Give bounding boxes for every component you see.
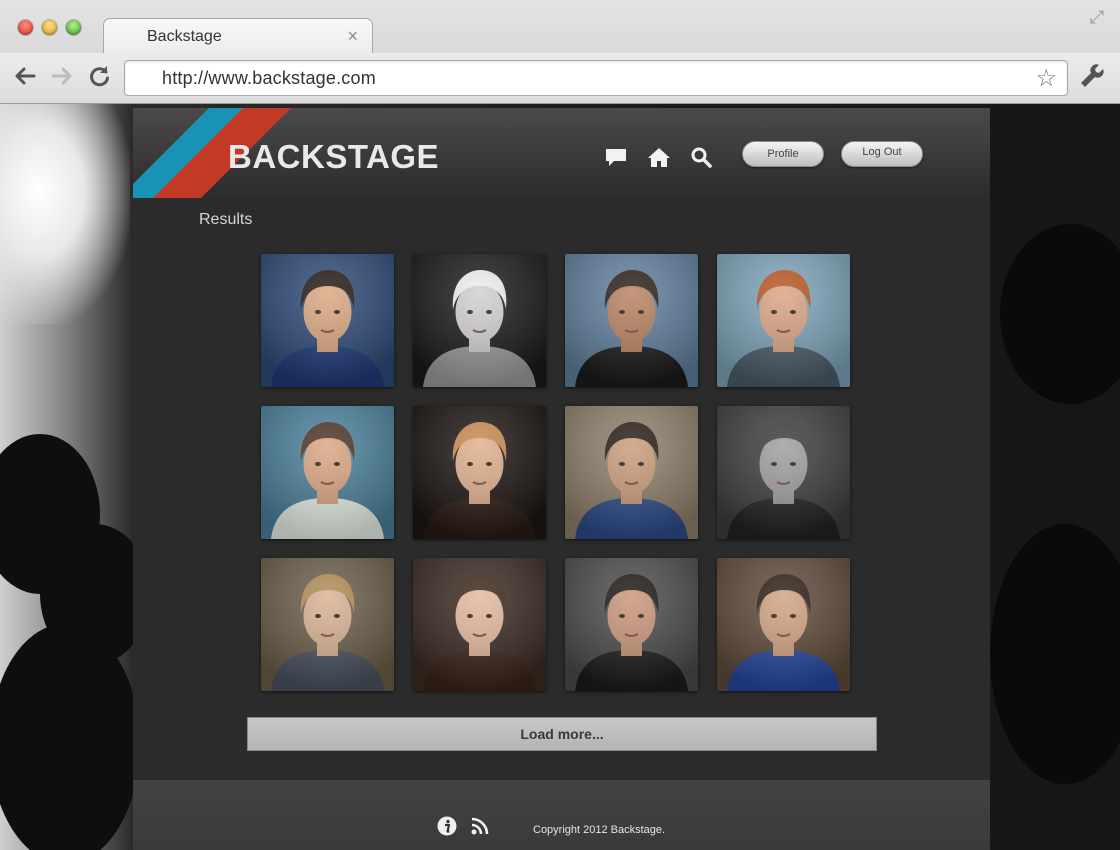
headshot-thumbnail[interactable]	[413, 254, 546, 387]
headshot-thumbnail[interactable]	[565, 558, 698, 691]
bookmark-star-icon[interactable]: ☆	[1035, 64, 1057, 93]
site-logo[interactable]: BACKSTAGE	[228, 138, 439, 176]
load-more-button[interactable]: Load more...	[247, 717, 877, 751]
chat-icon[interactable]	[604, 146, 628, 168]
browser-window-chrome: Backstage × ⤢ http://www.backstage.com ☆	[0, 0, 1120, 104]
crowd-silhouette	[0, 624, 140, 850]
zoom-window-button[interactable]	[66, 20, 81, 35]
home-icon[interactable]	[647, 146, 671, 168]
tab-title: Backstage	[147, 28, 222, 45]
info-icon[interactable]	[437, 816, 457, 836]
stage-light	[0, 104, 130, 324]
headshot-photo	[565, 254, 698, 387]
headshot-thumbnail[interactable]	[717, 406, 850, 539]
window-controls	[18, 20, 81, 35]
page-background: BACKSTAGE Profile Log Out Results Load m…	[0, 104, 1120, 850]
headshot-photo	[565, 558, 698, 691]
headshot-thumbnail[interactable]	[413, 558, 546, 691]
close-window-button[interactable]	[18, 20, 33, 35]
headshot-thumbnail[interactable]	[261, 558, 394, 691]
site-container: BACKSTAGE Profile Log Out Results Load m…	[133, 108, 990, 850]
site-footer: Copyright 2012 Backstage.	[133, 780, 990, 850]
headshot-photo	[413, 558, 546, 691]
forward-button[interactable]	[48, 63, 76, 91]
address-bar[interactable]: http://www.backstage.com ☆	[124, 60, 1068, 96]
browser-tab[interactable]: Backstage ×	[103, 18, 373, 55]
headshot-thumbnail[interactable]	[717, 254, 850, 387]
headshot-thumbnail[interactable]	[565, 406, 698, 539]
reload-button[interactable]	[85, 63, 113, 91]
back-button[interactable]	[11, 63, 39, 91]
results-heading: Results	[199, 211, 253, 228]
fullscreen-icon[interactable]: ⤢	[1086, 6, 1108, 28]
headshot-thumbnail[interactable]	[261, 254, 394, 387]
tab-close-icon[interactable]: ×	[347, 26, 358, 47]
crowd-silhouette	[1000, 224, 1120, 404]
headshot-photo	[717, 558, 850, 691]
copyright-text: Copyright 2012 Backstage.	[533, 824, 666, 836]
results-grid	[261, 254, 853, 691]
headshot-photo	[717, 406, 850, 539]
headshot-photo	[717, 254, 850, 387]
url-text: http://www.backstage.com	[162, 68, 376, 88]
headshot-photo	[261, 254, 394, 387]
headshot-thumbnail[interactable]	[717, 558, 850, 691]
headshot-photo	[413, 254, 546, 387]
arrow-right-icon	[51, 67, 72, 85]
rss-icon[interactable]	[470, 816, 490, 836]
logout-button[interactable]: Log Out	[841, 141, 923, 167]
headshot-photo	[413, 406, 546, 539]
browser-toolbar: http://www.backstage.com ☆	[0, 53, 1120, 103]
reload-icon	[90, 66, 109, 87]
headshot-thumbnail[interactable]	[413, 406, 546, 539]
search-icon[interactable]	[690, 146, 714, 168]
headshot-thumbnail[interactable]	[565, 254, 698, 387]
profile-button[interactable]: Profile	[742, 141, 824, 167]
minimize-window-button[interactable]	[42, 20, 57, 35]
headshot-photo	[261, 558, 394, 691]
site-header: BACKSTAGE Profile Log Out	[133, 108, 990, 198]
headshot-thumbnail[interactable]	[261, 406, 394, 539]
wrench-icon[interactable]	[1079, 63, 1107, 91]
arrow-left-icon	[15, 67, 36, 85]
headshot-photo	[261, 406, 394, 539]
headshot-photo	[565, 406, 698, 539]
crowd-silhouette	[990, 524, 1120, 784]
